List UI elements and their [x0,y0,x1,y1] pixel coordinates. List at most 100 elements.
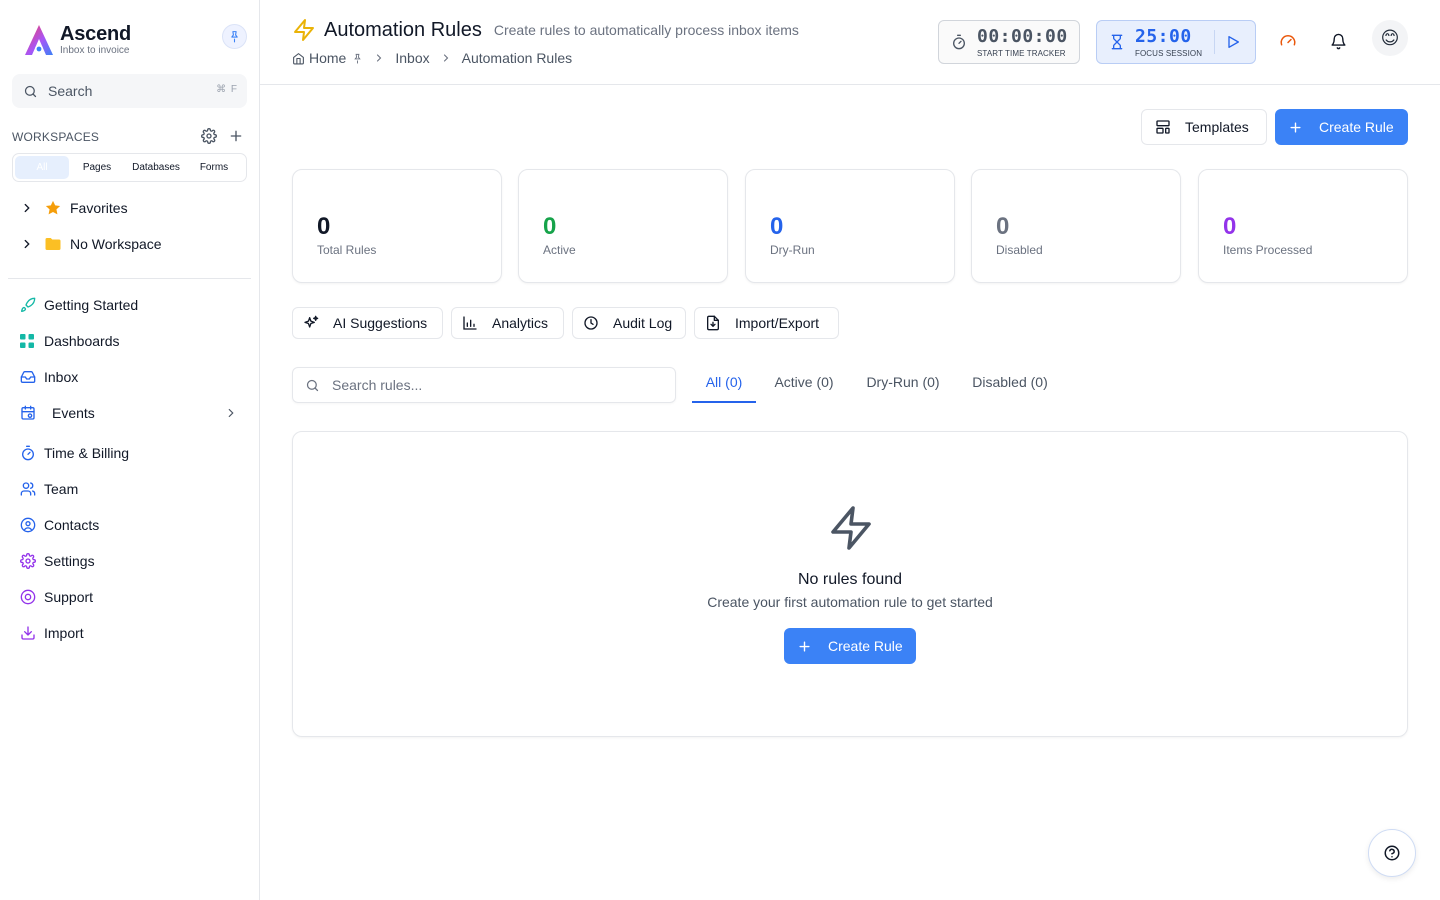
brand[interactable]: Ascend Inbox to invoice [22,22,131,58]
search-shortcut: ⌘ F [216,84,238,95]
contact-icon [20,517,36,533]
stat-label: Disabled [996,243,1043,257]
ws-tab-forms[interactable]: Forms [187,156,241,179]
time-tracker-button[interactable]: 00:00:00 START TIME TRACKER [938,20,1080,64]
lifebuoy-icon [20,589,36,605]
nav-import[interactable]: Import [20,622,242,644]
create-rule-label: Create Rule [828,638,903,654]
breadcrumb-home[interactable]: Home [309,50,346,66]
search-icon [24,85,37,97]
tool-label: AI Suggestions [333,315,428,331]
rule-search-input[interactable] [332,377,652,393]
ascend-logo-icon [25,25,53,55]
nav-label: Import [44,625,84,641]
stat-value: 0 [317,213,331,240]
templates-button[interactable]: Templates [1141,109,1267,145]
ws-tab-databases[interactable]: Databases [125,156,187,179]
workspaces-title: WORKSPACES [12,130,100,144]
avatar-emoji: 😊 [1380,27,1400,48]
nav-label: Team [44,481,79,497]
import-export-button[interactable]: Import/Export [694,307,839,339]
chevron-right-icon[interactable] [20,201,34,215]
pin-icon [231,31,238,43]
sparkles-icon [304,315,319,328]
nav-team[interactable]: Team [20,478,242,500]
bell-icon [1330,33,1346,49]
tab-dry-run[interactable]: Dry-Run (0) [858,366,948,403]
rule-search[interactable] [292,367,676,403]
home-icon [293,52,304,64]
rocket-icon [21,297,36,312]
plus-icon [1290,121,1301,133]
stat-card-items-processed: 0 Items Processed [1198,169,1408,283]
stat-value: 0 [1223,213,1237,240]
focus-divider [1214,30,1215,54]
search-label: Search [48,83,93,99]
empty-title: No rules found [797,571,903,588]
chevron-right-icon[interactable] [224,406,238,420]
app-name: Ascend [60,23,132,45]
nav-inbox[interactable]: Inbox [20,366,242,388]
play-icon[interactable] [1225,34,1241,50]
templates-label: Templates [1185,119,1249,135]
tool-label: Analytics [492,315,549,331]
stat-label: Items Processed [1223,243,1313,257]
workspace-settings-icon[interactable] [201,128,217,144]
nav-contacts[interactable]: Contacts [20,514,242,536]
stat-card-disabled: 0 Disabled [971,169,1181,283]
nav-label: Contacts [44,517,100,533]
focus-session-button[interactable]: 25:00 FOCUS SESSION [1096,20,1256,64]
audit-log-button[interactable]: Audit Log [572,307,686,339]
help-icon [1384,845,1400,861]
page-subtitle: Create rules to automatically process in… [493,22,799,38]
tab-all[interactable]: All (0) [692,366,756,403]
breadcrumb-inbox[interactable]: Inbox [395,50,429,66]
nav-events[interactable]: Events [20,402,242,424]
ws-tab-all[interactable]: All [15,156,69,179]
performance-button[interactable] [1274,27,1302,55]
help-button[interactable] [1368,829,1416,877]
lightning-icon [831,506,871,550]
app-tagline: Inbox to invoice [60,45,130,56]
analytics-button[interactable]: Analytics [451,307,564,339]
users-icon [20,482,36,496]
gear-icon [20,553,36,569]
nav-time-billing[interactable]: Time & Billing [20,442,242,464]
tab-active[interactable]: Active (0) [766,366,842,403]
workspace-filter-tabs: All Pages Databases Forms [12,153,247,182]
tree-item-no-workspace[interactable]: No Workspace [20,233,162,255]
empty-create-rule-button[interactable]: Create Rule [784,628,916,664]
pin-icon[interactable] [352,53,363,64]
tab-disabled[interactable]: Disabled (0) [962,366,1058,403]
nav-label: Time & Billing [44,445,130,461]
breadcrumb: Home Inbox Automation Rules [292,50,572,66]
ws-tab-pages[interactable]: Pages [69,156,125,179]
time-tracker-value: 00:00:00 [977,25,1068,47]
nav-dashboards[interactable]: Dashboards [20,330,242,352]
nav-settings[interactable]: Settings [20,550,242,572]
empty-state: No rules found Create your first automat… [292,431,1408,737]
stat-value: 0 [770,213,784,240]
focus-session-value: 25:00 [1135,25,1192,47]
notifications-button[interactable] [1324,27,1352,55]
add-workspace-icon[interactable] [228,128,244,144]
user-avatar[interactable]: 😊 [1372,20,1408,56]
tree-item-favorites[interactable]: Favorites [20,197,128,219]
nav-label: Dashboards [44,333,120,349]
lightning-icon [294,19,314,41]
sidebar: Ascend Inbox to invoice Search ⌘ F WORKS… [0,0,260,900]
nav-getting-started[interactable]: Getting Started [20,294,242,316]
stopwatch-icon [953,34,965,50]
chevron-right-icon [443,54,448,62]
create-rule-button[interactable]: Create Rule [1275,109,1408,145]
pin-sidebar-button[interactable] [222,24,247,49]
calendar-icon [21,405,35,420]
nav-support[interactable]: Support [20,586,242,608]
chevron-right-icon[interactable] [20,237,34,251]
nav-label: Settings [44,553,95,569]
grid-icon [20,334,34,348]
tool-label: Import/Export [735,315,820,331]
sidebar-search[interactable]: Search ⌘ F [12,74,247,108]
ai-suggestions-button[interactable]: AI Suggestions [292,307,443,339]
stat-card-active: 0 Active [518,169,728,283]
